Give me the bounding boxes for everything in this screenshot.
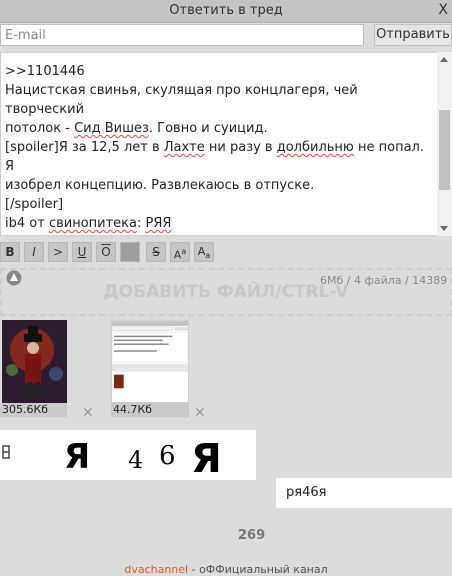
footer: dvachannel - оФФициальный канал	[0, 563, 452, 576]
attached-image-thumbnail[interactable]	[2, 320, 67, 403]
attached-screenshot-thumbnail[interactable]	[111, 320, 189, 403]
quote-button[interactable]: >	[48, 242, 68, 262]
strike-button[interactable]: S	[146, 242, 166, 262]
message-text: >>1101446 Нацистская свинья, скулящая пр…	[5, 62, 430, 233]
remove-file-icon[interactable]: ✕	[194, 405, 206, 421]
superscript-button[interactable]: Aa	[170, 242, 190, 262]
file-size: 305.6Кб	[2, 403, 49, 416]
overline-button[interactable]: O	[96, 242, 116, 262]
file-dropzone[interactable]: ДОБАВИТЬ ФАЙЛ/CTRL-V	[0, 268, 452, 316]
spellcheck-word: Лахте	[163, 140, 205, 155]
textarea-scrollbar[interactable]	[437, 52, 452, 236]
captcha-glyph: 4	[128, 446, 143, 474]
captcha-glyph: Я	[64, 437, 90, 477]
dropzone-label: ДОБАВИТЬ ФАЙЛ/CTRL-V	[103, 282, 349, 302]
spellcheck-word: РЯЯ	[145, 216, 172, 231]
message-line: потолок - Сид Вишез. Говно и суицид.	[5, 121, 268, 136]
captcha-glyph: 6	[159, 441, 176, 471]
message-line: [spoiler]Я за 12,5 лет в Лахте ни разу в…	[5, 140, 429, 174]
captcha-image: Я 4 6 Я	[0, 430, 256, 482]
email-field[interactable]	[0, 24, 364, 46]
send-button[interactable]: Отправить	[374, 24, 452, 46]
captcha-input[interactable]: ря46я	[276, 478, 452, 508]
message-line: Нацистская свинья, скулящая про концлаге…	[5, 83, 362, 117]
footer-text: - оФФициальный канал	[188, 563, 328, 576]
message-line: изобрел концепцию. Развлекаюсь в отпуске…	[5, 178, 315, 193]
titlebar: Ответить в тред X	[0, 0, 452, 23]
remove-file-icon[interactable]: ✕	[82, 405, 94, 421]
spellcheck-word: долбильню	[276, 140, 354, 155]
spellcheck-word: Сид Вишез	[74, 121, 149, 136]
markup-toolbar: B I > U O S Aa Aa	[0, 242, 452, 264]
channel-link[interactable]: dvachannel	[124, 563, 188, 576]
italic-button[interactable]: I	[24, 242, 44, 262]
spellcheck-word: свинопитека	[48, 216, 137, 231]
character-count: 269	[238, 528, 266, 543]
underline-button[interactable]: U	[72, 242, 92, 262]
scrollbar-thumb[interactable]	[439, 110, 450, 190]
message-line: >>1101446	[5, 64, 85, 79]
subscript-button[interactable]: Aa	[194, 242, 214, 262]
message-line: [/spoiler]	[5, 197, 64, 212]
window-title: Ответить в тред	[169, 3, 283, 18]
close-button[interactable]: X	[438, 2, 448, 18]
message-line: ib4 от свинопитека: РЯЯ	[5, 216, 172, 231]
scroll-up-icon[interactable]	[440, 57, 448, 62]
message-textarea[interactable]: >>1101446 Нацистская свинья, скулящая пр…	[0, 52, 452, 287]
captcha-glyph: Я	[191, 436, 222, 480]
file-size: 44.7Кб	[113, 403, 153, 416]
spoiler-button[interactable]	[120, 242, 140, 262]
scroll-down-icon[interactable]	[440, 226, 448, 231]
bold-button[interactable]: B	[0, 242, 20, 262]
